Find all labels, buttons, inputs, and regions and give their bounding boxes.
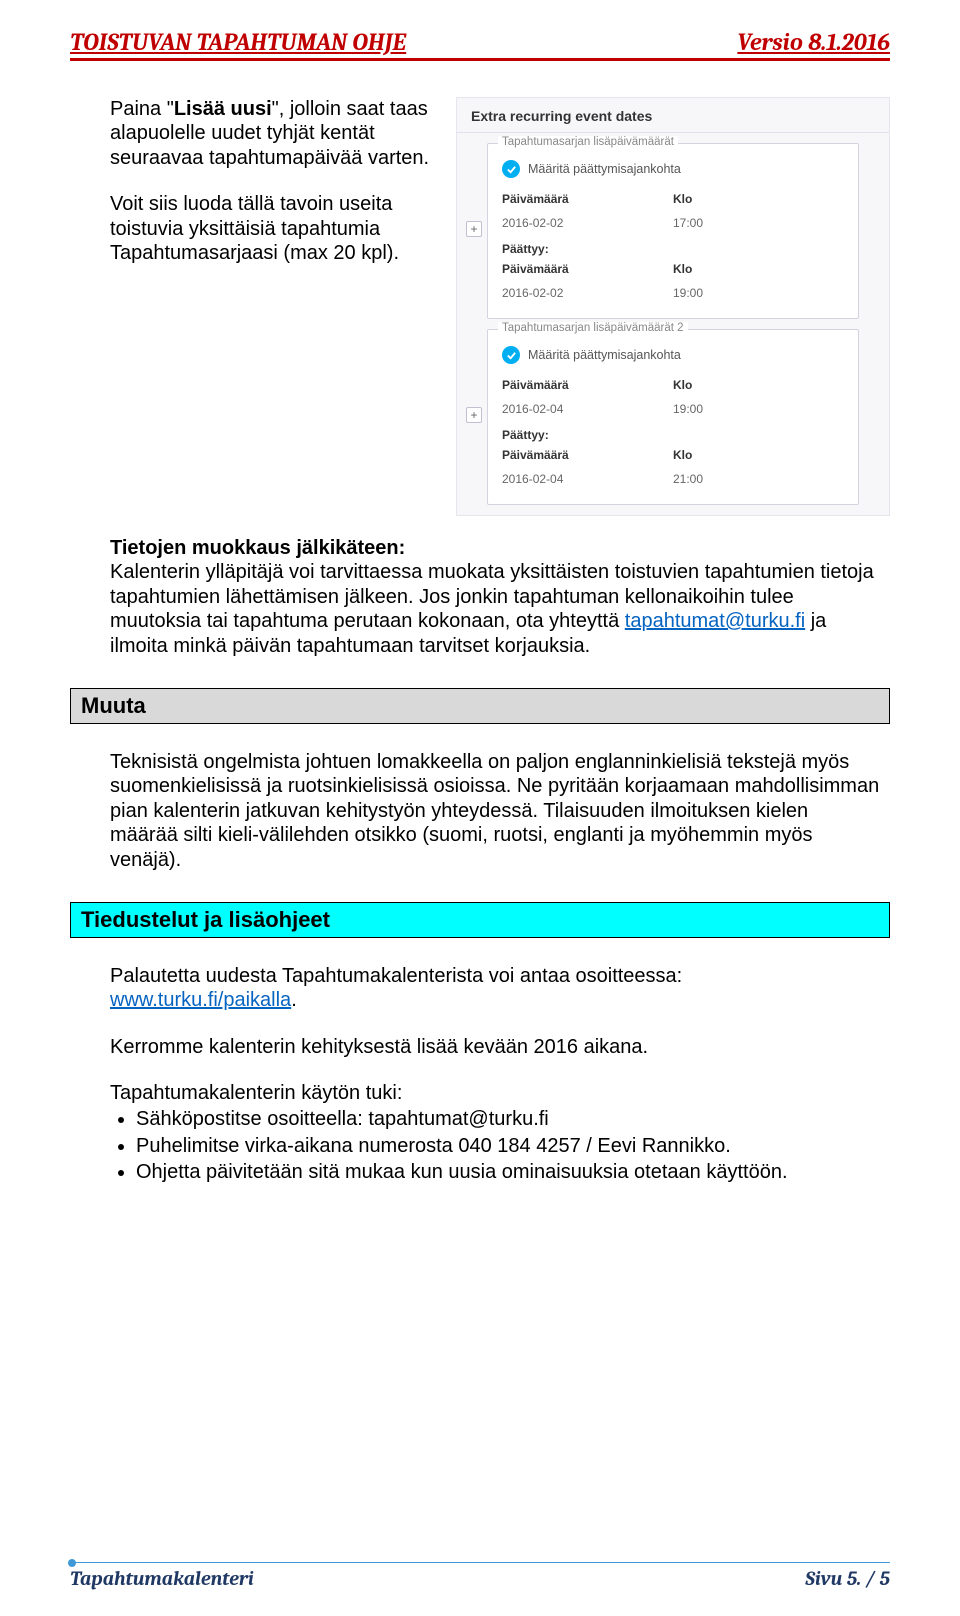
muuta-text: Teknisistä ongelmista johtuen lomakkeell… [110,750,880,872]
page-header: TOISTUVAN TAPAHTUMAN OHJE Versio 8.1.201… [70,28,890,61]
date-group-2: Tapahtumasarjan lisäpäivämäärät 2 + Määr… [487,329,859,505]
extra-dates-panel: Extra recurring event dates Tapahtumasar… [456,97,890,516]
tied-p3: Tapahtumakalenterin käytön tuki: [110,1081,880,1105]
date-value[interactable]: 2016-02-04 [502,466,673,492]
check-icon [502,346,520,364]
col-date-label: Päivämäärä [502,188,673,210]
intro-text: Paina "Lisää uusi", jolloin saat taas al… [70,97,440,516]
muuta-block: Teknisistä ongelmista johtuen lomakkeell… [70,750,890,872]
checkbox-label: Määritä päättymisajankohta [528,162,681,176]
header-title-right: Versio 8.1.2016 [737,28,890,56]
date-value[interactable]: 2016-02-02 [502,280,673,306]
ends-label: Päättyy: [502,242,844,256]
url-link[interactable]: www.turku.fi/paikalla [110,989,291,1011]
col-date-label: Päivämäärä [502,374,673,396]
ends-label: Päättyy: [502,428,844,442]
edit-info-block: Tietojen muokkaus jälkikäteen: Kalenteri… [70,536,890,658]
tied-p1a: Palautetta uudesta Tapahtumakalenterista… [110,965,682,987]
expand-button[interactable]: + [466,221,482,237]
group-legend: Tapahtumasarjan lisäpäivämäärät 2 [498,322,688,334]
footer-dot-icon [68,1559,76,1567]
time-value[interactable]: 21:00 [673,466,844,492]
col-time-label: Klo [673,258,844,280]
expand-button[interactable]: + [466,407,482,423]
section-heading-muuta: Muuta [70,688,890,724]
header-title-left: TOISTUVAN TAPAHTUMAN OHJE [70,28,406,56]
list-item: Puhelimitse virka-aikana numerosta 040 1… [136,1134,880,1158]
col-date-label: Päivämäärä [502,444,673,466]
col-time-label: Klo [673,374,844,396]
list-item: Ohjetta päivitetään sitä mukaa kun uusia… [136,1160,880,1184]
date-value[interactable]: 2016-02-04 [502,396,673,422]
email-link[interactable]: tapahtumat@turku.fi [625,610,805,632]
date-group-1: Tapahtumasarjan lisäpäivämäärät + Määrit… [487,143,859,319]
section-heading-tiedustelut: Tiedustelut ja lisäohjeet [70,902,890,938]
page-footer: Tapahtumakalenteri Sivu 5. / 5 [70,1560,890,1590]
col-date-label: Päivämäärä [502,258,673,280]
time-value[interactable]: 17:00 [673,210,844,236]
time-value[interactable]: 19:00 [673,396,844,422]
intro-p1a: Paina " [110,98,174,120]
footer-right: Sivu 5. / 5 [805,1567,890,1590]
tiedustelut-block: Palautetta uudesta Tapahtumakalenterista… [70,964,890,1185]
intro-p2: Voit siis luoda tällä tavoin useita tois… [110,192,430,265]
checkbox-label: Määritä päättymisajankohta [528,348,681,362]
time-value[interactable]: 19:00 [673,280,844,306]
end-time-checkbox[interactable]: Määritä päättymisajankohta [502,160,844,178]
intro-p1b: Lisää uusi [174,98,272,120]
tied-p1b: . [291,989,297,1011]
col-time-label: Klo [673,188,844,210]
list-item: Sähköpostitse osoitteella: tapahtumat@tu… [136,1107,880,1131]
col-time-label: Klo [673,444,844,466]
edit-heading: Tietojen muokkaus jälkikäteen: [110,537,405,559]
end-time-checkbox[interactable]: Määritä päättymisajankohta [502,346,844,364]
group-legend: Tapahtumasarjan lisäpäivämäärät [498,136,678,148]
panel-title: Extra recurring event dates [457,98,889,133]
tied-p2: Kerromme kalenterin kehityksestä lisää k… [110,1035,880,1059]
check-icon [502,160,520,178]
footer-left: Tapahtumakalenteri [70,1567,254,1590]
support-list: Sähköpostitse osoitteella: tapahtumat@tu… [110,1107,880,1184]
date-value[interactable]: 2016-02-02 [502,210,673,236]
